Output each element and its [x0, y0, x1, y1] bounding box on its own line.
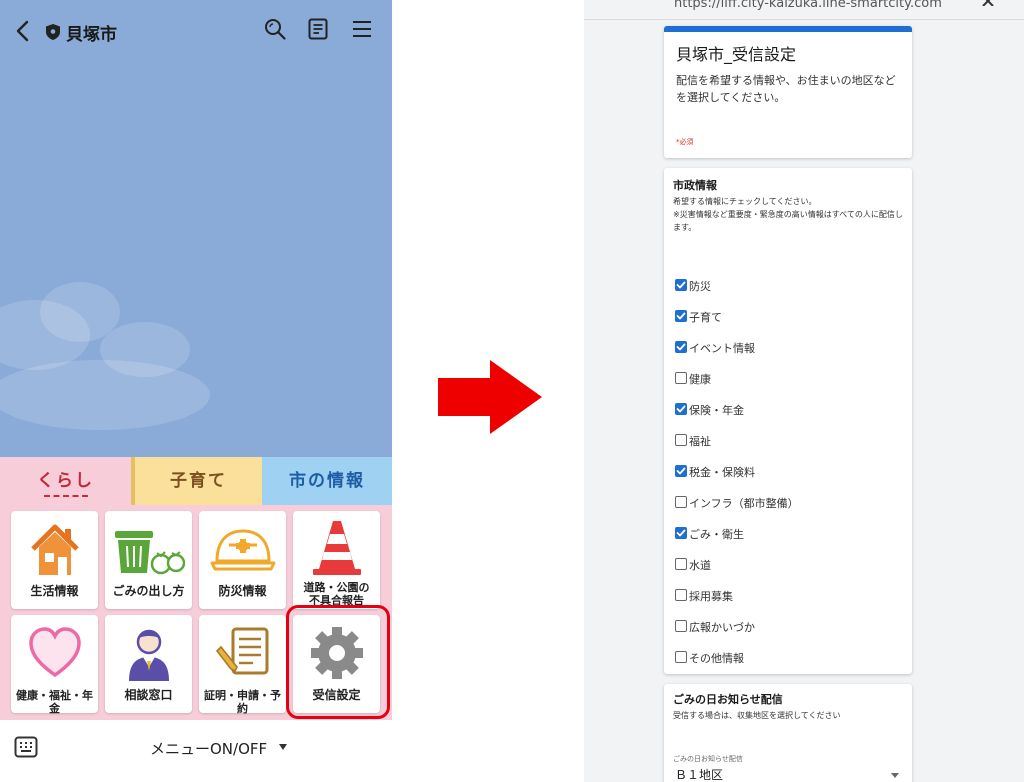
checkbox-label: 保険・年金 — [689, 404, 744, 417]
form-title-card: 貝塚市_受信設定 配信を希望する情報や、お住まいの地区などを選択してください。 … — [664, 26, 912, 158]
tab-kurashi-label: くらし — [37, 471, 94, 491]
checkbox-unchecked[interactable] — [675, 589, 687, 601]
back-arrow-icon[interactable] — [14, 20, 32, 42]
menu-tile-doro[interactable]: 道路・公園の 不具合報告 — [293, 511, 380, 609]
rich-menu-footer: メニューON/OFF — [0, 720, 392, 782]
menu-tile-seikatsu[interactable]: 生活情報 — [11, 511, 98, 609]
menu-tile-label: 道路・公園の 不具合報告 — [293, 581, 380, 607]
notes-icon[interactable] — [308, 18, 328, 40]
checkmark-icon — [676, 529, 686, 537]
required-note: *必須 — [676, 138, 694, 146]
checkbox-label: その他情報 — [689, 652, 744, 665]
caret-down-icon[interactable] — [279, 744, 287, 750]
url-text: https://liff.city-kaizuka.line-smartcity… — [674, 0, 942, 11]
heart-icon — [29, 627, 81, 678]
app-header: 貝塚市 — [0, 0, 392, 60]
line-rich-menu-screen: 貝塚市 くらし 子育て 市の情報 生活情報 ごみの出し方 防災情報 道路・公園の… — [0, 0, 392, 782]
dropdown-arrow-icon — [891, 773, 899, 778]
checkbox-checked[interactable] — [675, 279, 687, 291]
hamburger-menu-icon[interactable] — [352, 20, 372, 38]
menu-tile-gomi[interactable]: ごみの出し方 — [105, 511, 192, 609]
menu-tile-sodan[interactable]: 相談窓口 — [105, 615, 192, 713]
menu-tile-label-text: 道路・公園の 不具合報告 — [303, 581, 370, 607]
checkbox-label: 子育て — [689, 311, 722, 324]
person-icon — [129, 629, 169, 681]
tab-city-info-label: 市の情報 — [289, 471, 365, 491]
shisei-info-card: 市政情報 希望する情報にチェックしてください。 ※災害情報など重要度・緊急度の高… — [664, 168, 912, 674]
checkbox-label: イベント情報 — [689, 342, 755, 355]
checkbox-label: 水道 — [689, 559, 711, 572]
chat-background — [0, 60, 392, 457]
right-arrow-icon — [438, 360, 542, 434]
menu-tile-label: 防災情報 — [218, 584, 267, 598]
menu-tile-shomei[interactable]: 証明・申請・予約 — [199, 615, 286, 715]
tab-kosodate-label: 子育て — [170, 471, 227, 491]
menu-tile-bosai[interactable]: 防災情報 — [199, 511, 286, 609]
keyboard-icon[interactable] — [14, 736, 38, 758]
rich-menu-tabs: くらし 子育て 市の情報 — [0, 457, 392, 505]
traffic-cone-icon — [313, 521, 361, 575]
checkbox-checked[interactable] — [675, 527, 687, 539]
tab-kurashi[interactable]: くらし — [0, 457, 131, 505]
menu-tile-label: 証明・申請・予約 — [204, 689, 281, 715]
checkmark-icon — [676, 405, 686, 413]
liff-settings-screen: https://liff.city-kaizuka.line-smartcity… — [584, 0, 1024, 782]
search-icon[interactable] — [264, 18, 286, 40]
checkbox-checked[interactable] — [675, 465, 687, 477]
checkbox-label: インフラ（都市整備） — [689, 497, 799, 510]
menu-toggle-label[interactable]: メニューON/OFF — [150, 738, 267, 759]
app-title: 貝塚市 — [66, 25, 117, 45]
form-title: 貝塚市_受信設定 — [676, 45, 797, 64]
shisei-note: 希望する情報にチェックしてください。 — [673, 197, 817, 206]
url-bar: https://liff.city-kaizuka.line-smartcity… — [584, 0, 1024, 18]
checkbox-label: 福祉 — [689, 435, 711, 448]
checkbox-unchecked[interactable] — [675, 620, 687, 632]
form-description: 配信を希望する情報や、お住まいの地区などを選択してください。 — [676, 74, 896, 104]
menu-tile-label: 相談窓口 — [124, 688, 173, 702]
checkmark-icon — [676, 343, 686, 351]
shisei-heading: 市政情報 — [673, 179, 717, 192]
comparison-stage: 貝塚市 くらし 子育て 市の情報 生活情報 ごみの出し方 防災情報 道路・公園の… — [0, 0, 1024, 782]
district-select-label: ごみの日お知らせ配信 — [673, 755, 743, 763]
checkbox-label: 広報かいづか — [689, 621, 755, 634]
menu-tile-kenko[interactable]: 健康・福祉・年金 — [11, 615, 98, 715]
helmet-icon — [210, 529, 276, 571]
url-divider — [584, 19, 1024, 20]
checkbox-label: 採用募集 — [689, 590, 733, 603]
checkmark-icon — [676, 312, 686, 320]
checkbox-label: 防災 — [689, 280, 711, 293]
checkbox-checked[interactable] — [675, 310, 687, 322]
shisei-disaster-note: ※災害情報など重要度・緊急度の高い情報はすべての人に配信します。 — [673, 210, 903, 232]
highlight-frame — [286, 605, 390, 719]
official-shield-icon — [46, 24, 60, 40]
checkbox-label: 税金・保険料 — [689, 466, 755, 479]
close-icon[interactable] — [978, 0, 998, 6]
checkbox-unchecked[interactable] — [675, 496, 687, 508]
document-pen-icon — [215, 627, 269, 675]
menu-tile-label: 健康・福祉・年金 — [16, 689, 93, 715]
gomi-notice-card: ごみの日お知らせ配信 受信する場合は、収集地区を選択してください ごみの日お知ら… — [664, 684, 912, 782]
checkbox-label: 健康 — [689, 373, 711, 386]
tab-city-info[interactable]: 市の情報 — [262, 457, 392, 505]
checkbox-label: ごみ・衛生 — [689, 528, 744, 541]
menu-tile-label: ごみの出し方 — [112, 584, 185, 598]
menu-tile-label: 生活情報 — [30, 584, 79, 598]
checkbox-checked[interactable] — [675, 403, 687, 415]
checkbox-unchecked[interactable] — [675, 558, 687, 570]
gomi-heading: ごみの日お知らせ配信 — [673, 693, 783, 706]
checkbox-unchecked[interactable] — [675, 372, 687, 384]
checkbox-unchecked[interactable] — [675, 651, 687, 663]
trash-bin-icon — [115, 531, 185, 575]
house-icon — [31, 524, 79, 575]
checkbox-checked[interactable] — [675, 341, 687, 353]
checkmark-icon — [676, 281, 686, 289]
district-select[interactable]: Ｂ１地区 — [673, 764, 903, 782]
tab-kosodate[interactable]: 子育て — [131, 457, 262, 505]
district-select-value: Ｂ１地区 — [675, 768, 724, 782]
checkbox-unchecked[interactable] — [675, 434, 687, 446]
checkmark-icon — [676, 467, 686, 475]
gomi-note: 受信する場合は、収集地区を選択してください — [673, 711, 841, 720]
